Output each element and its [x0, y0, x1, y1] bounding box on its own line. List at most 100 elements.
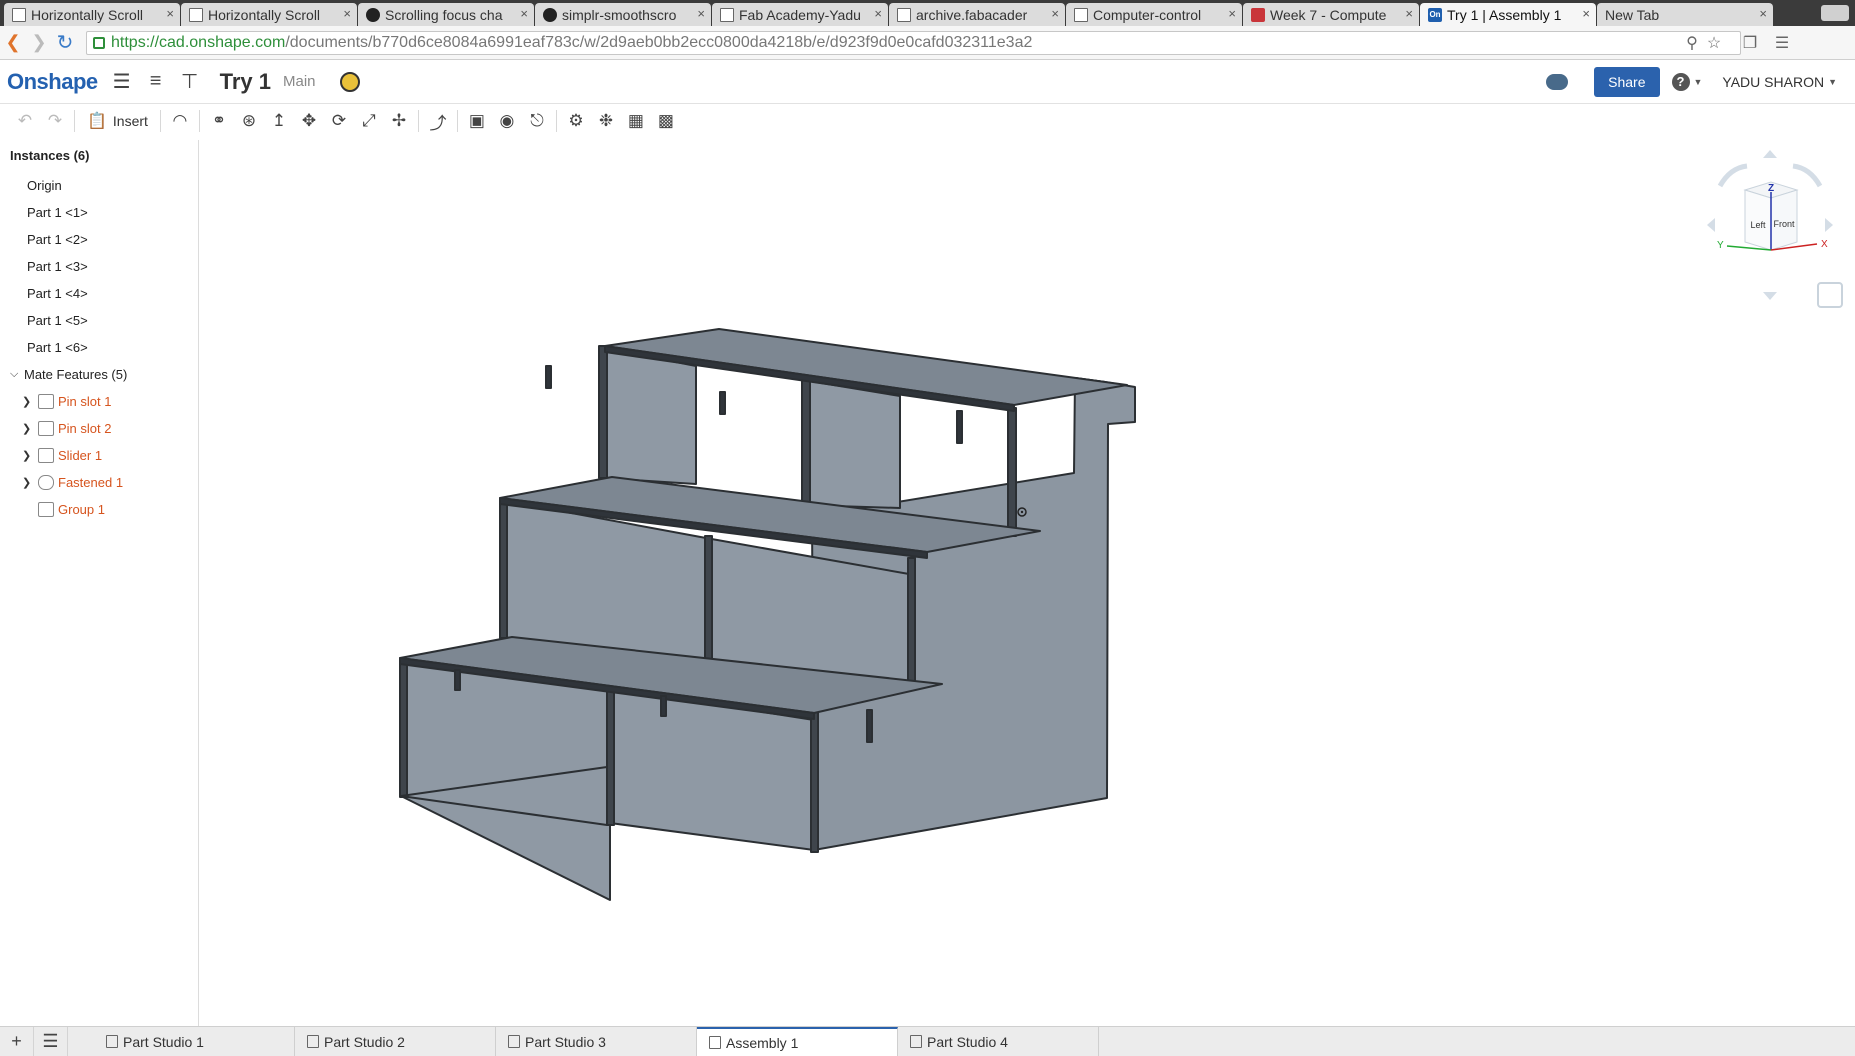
arrow-down-icon[interactable] — [1763, 292, 1777, 300]
instance-list-icon[interactable]: ⊤ — [180, 69, 200, 94]
instance-part-5[interactable]: Part 1 <5> — [27, 313, 88, 328]
view-options-cube-icon[interactable] — [1817, 282, 1843, 308]
screw-relation-icon[interactable]: ▦ — [621, 111, 651, 131]
hamburger-icon[interactable]: ☰ — [112, 69, 132, 94]
insert-button[interactable]: 📋 Insert — [79, 111, 156, 131]
browser-tab[interactable]: Computer-control × — [1066, 3, 1242, 26]
mate-connector-icon[interactable]: ⤴ — [423, 109, 453, 134]
rotate-left-arrow[interactable] — [1717, 163, 1748, 188]
assembly-model[interactable] — [200, 140, 1855, 1026]
upper-left-panel[interactable] — [599, 346, 697, 485]
chevron-right-icon[interactable]: ❯ — [22, 395, 36, 408]
group-icon[interactable]: ▣ — [462, 111, 492, 131]
parallel-mate-icon[interactable]: ⎋ — [522, 111, 552, 131]
undo-icon[interactable]: ↶ — [10, 111, 40, 131]
tab-part-studio-3[interactable]: Part Studio 3 — [496, 1027, 697, 1056]
browser-tab[interactable]: archive.fabacader × — [889, 3, 1065, 26]
tab-part-studio-2[interactable]: Part Studio 2 — [295, 1027, 496, 1056]
url-input[interactable]: https://cad.onshape.com/documents/b770d6… — [86, 30, 1741, 55]
instance-origin[interactable]: Origin — [27, 178, 62, 193]
back-icon[interactable]: ❮ — [0, 32, 26, 53]
chevron-right-icon[interactable]: ❯ — [22, 476, 36, 489]
arrow-right-icon[interactable] — [1825, 218, 1833, 232]
document-title[interactable]: Try 1 — [220, 69, 271, 95]
browser-tab[interactable]: Horizontally Scroll × — [181, 3, 357, 26]
forward-icon[interactable]: ❯ — [26, 32, 52, 53]
instance-part-3[interactable]: Part 1 <3> — [27, 259, 88, 274]
share-button[interactable]: Share — [1594, 67, 1660, 97]
pin-slot-mate-icon[interactable]: ⤢ — [354, 111, 384, 131]
instance-part-1[interactable]: Part 1 <1> — [27, 205, 88, 220]
comment-icon[interactable] — [1546, 74, 1569, 90]
chevron-right-icon[interactable]: ❯ — [22, 422, 36, 435]
planar-mate-icon[interactable]: ✥ — [294, 111, 324, 131]
tab-assembly-1[interactable]: Assembly 1 — [697, 1027, 898, 1056]
close-icon[interactable]: × — [520, 6, 528, 21]
star-icon[interactable]: ☆ — [1703, 33, 1725, 53]
workspace-name[interactable]: Main — [283, 73, 316, 90]
graphics-viewport[interactable]: Z Left Front X Y — [200, 140, 1855, 1026]
chevron-right-icon[interactable]: ❯ — [22, 449, 36, 462]
onshape-logo[interactable]: Onshape — [7, 69, 98, 95]
close-icon[interactable]: × — [1759, 6, 1767, 21]
arrow-left-icon[interactable] — [1707, 218, 1715, 232]
close-icon[interactable]: × — [166, 6, 174, 21]
view-cube[interactable]: Z Left Front X Y — [1705, 150, 1835, 305]
fastened-mate-icon[interactable]: ⚭ — [204, 111, 234, 131]
close-icon[interactable]: × — [1228, 6, 1236, 21]
mate-features-folder[interactable]: ⌵ Mate Features (5) — [10, 367, 127, 382]
mate-pin-slot-1[interactable]: ❯ Pin slot 1 — [22, 394, 111, 409]
close-icon[interactable]: × — [1051, 6, 1059, 21]
chevron-down-icon[interactable]: ▼ — [1694, 77, 1703, 87]
chevron-down-icon[interactable]: ⌵ — [10, 368, 24, 381]
close-icon[interactable]: × — [343, 6, 351, 21]
add-element-icon[interactable]: + — [0, 1027, 34, 1056]
lock-icon — [93, 36, 105, 49]
rack-pinion-icon[interactable]: ❉ — [591, 111, 621, 131]
upper-mid-panel[interactable] — [802, 379, 901, 509]
browser-tab-new[interactable]: New Tab × — [1597, 3, 1773, 26]
cylindrical-mate-icon[interactable]: ⟳ — [324, 111, 354, 131]
element-list-icon[interactable]: ☰ — [34, 1027, 68, 1056]
instance-part-2[interactable]: Part 1 <2> — [27, 232, 88, 247]
rotate-right-arrow[interactable] — [1792, 163, 1823, 188]
browser-tab[interactable]: Fab Academy-Yadu × — [712, 3, 888, 26]
ball-mate-icon[interactable]: ✢ — [384, 111, 414, 131]
chevron-down-icon[interactable]: ▼ — [1828, 77, 1837, 87]
tab-part-studio-4[interactable]: Part Studio 4 — [898, 1027, 1099, 1056]
mate-group-1[interactable]: Group 1 — [22, 502, 105, 517]
mate-fastened-1[interactable]: ❯ Fastened 1 — [22, 475, 123, 490]
revolute-mate-icon[interactable]: ⊛ — [234, 111, 264, 131]
mate-slider-1[interactable]: ❯ Slider 1 — [22, 448, 102, 463]
window-control-button[interactable] — [1821, 5, 1849, 21]
instance-part-6[interactable]: Part 1 <6> — [27, 340, 88, 355]
browser-tab-active[interactable]: On Try 1 | Assembly 1 × — [1420, 3, 1596, 26]
mate-pin-slot-2[interactable]: ❯ Pin slot 2 — [22, 421, 111, 436]
tangent-mate-icon[interactable]: ◉ — [492, 111, 522, 131]
close-icon[interactable]: × — [1582, 6, 1590, 21]
arrow-up-icon[interactable] — [1763, 150, 1777, 158]
reload-icon[interactable]: ↻ — [52, 30, 78, 55]
redo-icon[interactable]: ↷ — [40, 111, 70, 131]
extension-icon[interactable]: ❐ — [1739, 33, 1761, 53]
public-globe-icon[interactable] — [339, 71, 360, 92]
tab-part-studio-1[interactable]: Part Studio 1 — [94, 1027, 295, 1056]
browser-tab[interactable]: Week 7 - Compute × — [1243, 3, 1419, 26]
browser-tab[interactable]: simplr-smoothscro × — [535, 3, 711, 26]
gear-relation-icon[interactable]: ⚙ — [561, 111, 591, 131]
replicate-icon[interactable]: ◠ — [165, 111, 195, 131]
close-icon[interactable]: × — [874, 6, 882, 21]
close-icon[interactable]: × — [1405, 6, 1413, 21]
user-menu[interactable]: YADU SHARON — [1722, 74, 1824, 90]
feature-list-icon[interactable]: ≡ — [146, 70, 166, 93]
close-icon[interactable]: × — [697, 6, 705, 21]
slider-mate-icon[interactable]: ↥ — [264, 111, 294, 131]
menu-icon[interactable]: ☰ — [1771, 33, 1793, 53]
instance-part-4[interactable]: Part 1 <4> — [27, 286, 88, 301]
browser-tab[interactable]: Horizontally Scroll × — [4, 3, 180, 26]
key-icon[interactable]: ⚲ — [1681, 33, 1703, 53]
help-icon[interactable]: ? — [1671, 73, 1690, 91]
linear-relation-icon[interactable]: ▩ — [651, 111, 681, 131]
pin-tab — [660, 695, 667, 717]
browser-tab[interactable]: Scrolling focus cha × — [358, 3, 534, 26]
